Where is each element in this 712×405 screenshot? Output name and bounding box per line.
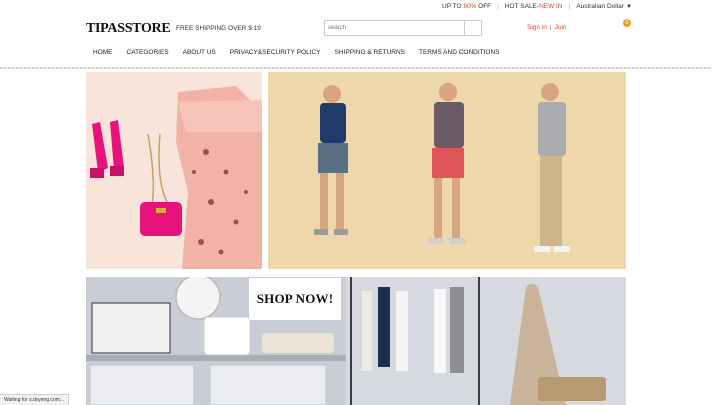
shipping-note: FREE SHIPPING OVER $ 19: [176, 25, 261, 32]
shop-now-label[interactable]: SHOP NOW!: [249, 278, 341, 320]
header-divider: [0, 67, 712, 69]
nav-item-categories[interactable]: CATEGORIES: [120, 49, 176, 56]
caret-down-icon: ▼: [625, 3, 632, 10]
account-links: Sign in | Join: [527, 24, 567, 31]
banner-home[interactable]: [86, 277, 626, 405]
status-bar: Waiting for s.dvyeng.com...: [0, 394, 70, 405]
search-icon: [465, 21, 481, 35]
hot-sale-link[interactable]: HOT SALE-NEW IN: [505, 3, 563, 10]
nav-item-about-us[interactable]: ABOUT US: [176, 49, 223, 56]
offer-prefix: UP TO: [442, 3, 462, 10]
main-nav: HOME CATEGORIES ABOUT US PRIVACY&SECURIT…: [86, 49, 507, 56]
currency-selector[interactable]: Australian Dollar ▼: [576, 3, 632, 10]
nav-item-terms[interactable]: TERMS AND CONDITIONS: [412, 49, 507, 56]
join-link[interactable]: Join: [555, 24, 567, 31]
banner-menswear-image: [268, 72, 626, 269]
cart-count-badge[interactable]: 0: [623, 19, 631, 27]
sign-in-link[interactable]: Sign in: [527, 24, 547, 31]
offer-suffix: OFF: [478, 3, 492, 10]
banner-dress-image: [86, 72, 262, 269]
offer-percent: 80%: [463, 3, 477, 10]
promo-divider: |: [568, 3, 571, 10]
currency-label: Australian Dollar: [576, 3, 624, 10]
banner-dress[interactable]: [86, 72, 262, 269]
nav-item-shipping-returns[interactable]: SHIPPING & RETURNS: [328, 49, 412, 56]
search-input[interactable]: [324, 20, 464, 36]
site-logo[interactable]: TIPASSTORE: [86, 21, 171, 37]
search-bar: [324, 20, 482, 36]
search-button[interactable]: [464, 20, 482, 36]
banner-home-image: [86, 277, 626, 405]
promo-bar: UP TO 80% OFF | HOT SALE-NEW IN | Austra…: [442, 3, 632, 10]
nav-item-home[interactable]: HOME: [86, 49, 120, 56]
nav-item-privacy[interactable]: PRIVACY&SECURITY POLICY: [223, 49, 328, 56]
banner-menswear[interactable]: [268, 72, 626, 269]
promo-divider: |: [497, 3, 499, 10]
